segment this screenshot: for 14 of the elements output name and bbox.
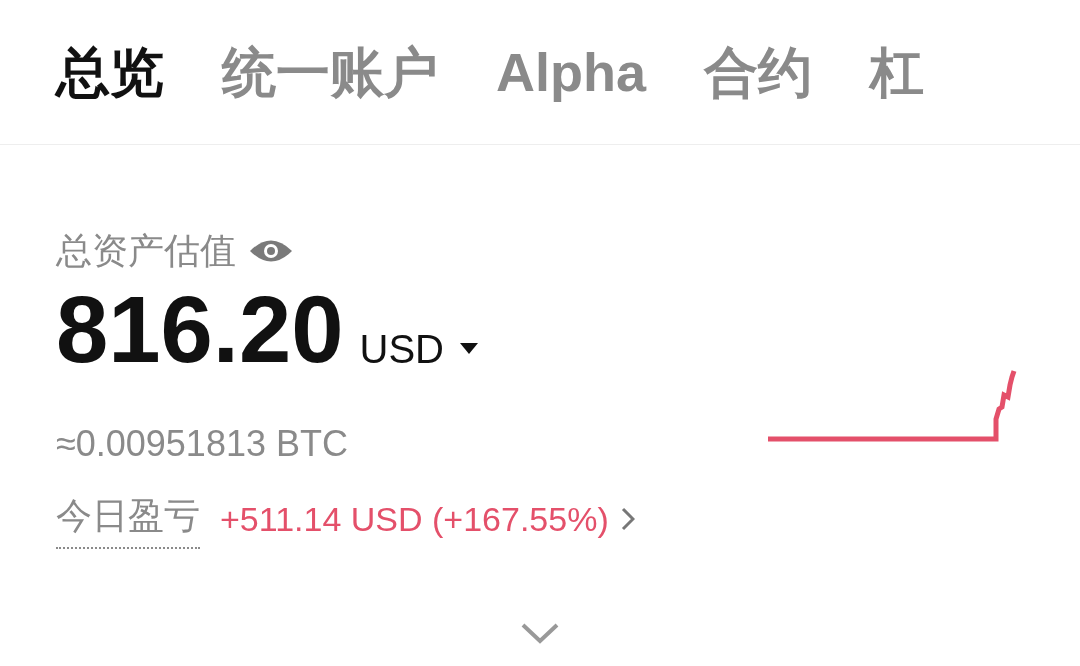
chevron-right-icon [620, 507, 635, 531]
tab[interactable]: 统一账户 [222, 31, 438, 113]
caret-icon [459, 343, 478, 355]
tab[interactable]: Alpha [496, 31, 646, 113]
chevron-down-icon[interactable] [521, 623, 559, 645]
btc-equivalent: ≈0.00951813 BTC [56, 422, 349, 466]
balance-amount: 816.20 [56, 283, 344, 377]
pnl-label[interactable]: 今日盈亏 [56, 489, 200, 549]
tab[interactable]: 杠 [870, 31, 924, 113]
currency-selector[interactable]: USD [359, 319, 478, 379]
tab[interactable]: 总览 [56, 31, 164, 113]
pnl-link[interactable]: +511.14 USD (+167.55%) [220, 493, 635, 545]
tab[interactable]: 合约 [704, 31, 812, 113]
balance-label: 总资产估值 [56, 229, 236, 273]
